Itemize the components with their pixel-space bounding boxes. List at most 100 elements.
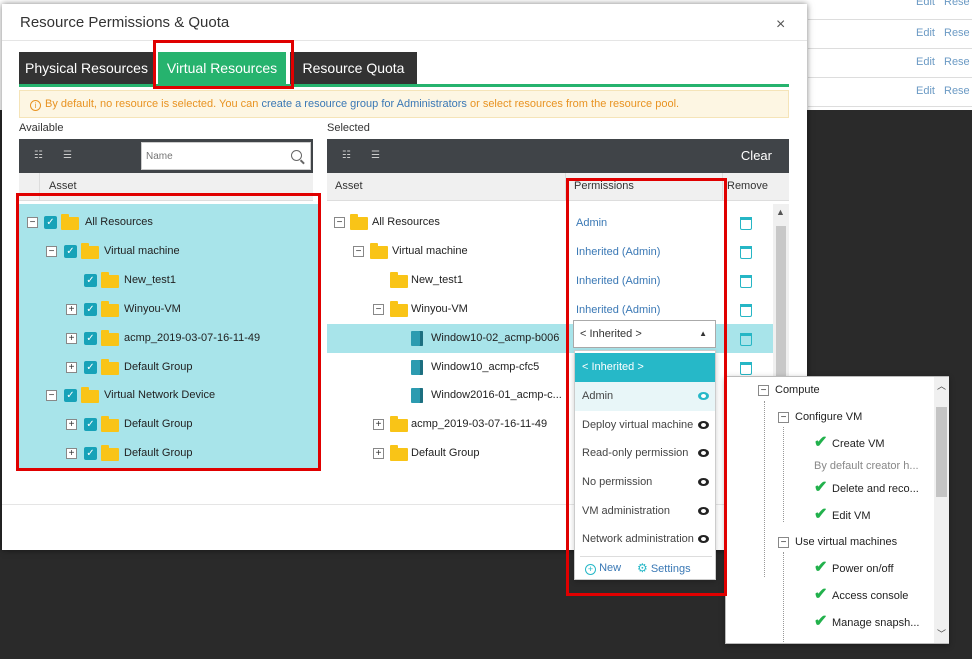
trash-icon[interactable] <box>740 333 752 346</box>
tree-row[interactable]: New_test1 <box>327 266 773 295</box>
tree-row[interactable]: − All Resources <box>327 208 773 237</box>
create-resource-group-link[interactable]: create a resource group for Administrato… <box>261 98 466 110</box>
bg-edit-link[interactable]: Edit <box>916 56 935 68</box>
bg-edit-link[interactable]: Edit <box>916 0 935 8</box>
expand-icon[interactable]: + <box>66 333 77 344</box>
collapse-icon[interactable]: − <box>758 385 769 396</box>
folder-icon <box>390 416 408 432</box>
trash-icon[interactable] <box>740 362 752 375</box>
bg-reset-link[interactable]: Rese <box>944 0 970 8</box>
permission-option-network-admin[interactable]: Network administration <box>575 525 715 554</box>
eye-icon[interactable] <box>698 535 709 543</box>
folder-icon <box>101 330 119 346</box>
trash-icon[interactable] <box>740 246 752 259</box>
eye-icon[interactable] <box>698 507 709 515</box>
collapse-icon[interactable]: − <box>778 412 789 423</box>
tree-row[interactable]: − Virtual machine <box>327 237 773 266</box>
collapse-all-icon[interactable]: ☰ <box>63 151 75 161</box>
permission-dropdown-menu: < Inherited > Admin Deploy virtual machi… <box>574 350 716 580</box>
option-label: Read-only permission <box>582 447 689 459</box>
trash-icon[interactable] <box>740 217 752 230</box>
collapse-icon[interactable]: − <box>373 304 384 315</box>
scroll-thumb[interactable] <box>936 407 947 497</box>
checkbox-checked-icon[interactable]: ✓ <box>64 389 77 402</box>
collapse-all-icon[interactable]: ☰ <box>371 151 383 161</box>
checkbox-checked-icon[interactable]: ✓ <box>84 303 97 316</box>
folder-icon <box>390 301 408 317</box>
popup-scrollbar[interactable]: ︿ ﹀ <box>934 377 949 643</box>
tab-resource-quota[interactable]: Resource Quota <box>290 52 417 85</box>
selected-toolbar: ☷ ☰ Clear <box>327 139 789 173</box>
checkbox-checked-icon[interactable]: ✓ <box>84 332 97 345</box>
collapse-icon[interactable]: − <box>353 246 364 257</box>
chevron-down-icon[interactable]: ﹀ <box>937 627 946 640</box>
checkbox-checked-icon[interactable]: ✓ <box>44 216 57 229</box>
close-icon[interactable]: × <box>776 16 785 34</box>
tree-label: Virtual machine <box>104 245 180 257</box>
expand-icon[interactable]: + <box>66 419 77 430</box>
expand-all-icon[interactable]: ☷ <box>342 151 354 161</box>
bg-reset-link[interactable]: Rese <box>944 85 970 97</box>
expand-icon[interactable]: + <box>373 419 384 430</box>
expand-icon[interactable]: + <box>66 362 77 373</box>
tree-row[interactable]: + ✓ Winyou-VM <box>19 295 319 324</box>
tab-physical-resources[interactable]: Physical Resources <box>19 52 154 85</box>
permission-option-none[interactable]: No permission <box>575 468 715 497</box>
permission-option-deploy[interactable]: Deploy virtual machine <box>575 411 715 440</box>
tree-label: New_test1 <box>411 274 463 286</box>
tree-row[interactable]: − ✓ Virtual Network Device <box>19 381 319 410</box>
permission-option-vm-admin[interactable]: VM administration <box>575 497 715 526</box>
bg-reset-link[interactable]: Rese <box>944 27 970 39</box>
bg-edit-link[interactable]: Edit <box>916 85 935 97</box>
clear-button[interactable]: Clear <box>741 148 772 163</box>
tab-virtual-resources[interactable]: Virtual Resources <box>158 52 286 85</box>
permission-link[interactable]: Admin <box>576 217 607 229</box>
expand-icon[interactable]: + <box>66 304 77 315</box>
checkbox-checked-icon[interactable]: ✓ <box>64 245 77 258</box>
tree-row[interactable]: − ✓ All Resources <box>19 208 319 237</box>
expand-all-icon[interactable]: ☷ <box>34 151 46 161</box>
collapse-icon[interactable]: − <box>46 246 57 257</box>
permission-link[interactable]: Inherited (Admin) <box>576 275 660 287</box>
permission-option-admin[interactable]: Admin <box>575 382 715 411</box>
bg-edit-link[interactable]: Edit <box>916 27 935 39</box>
collapse-icon[interactable]: − <box>46 390 57 401</box>
permission-select[interactable]: < Inherited > ▲ <box>573 320 716 348</box>
collapse-icon[interactable]: − <box>27 217 38 228</box>
permission-option-readonly[interactable]: Read-only permission <box>575 439 715 468</box>
trash-icon[interactable] <box>740 275 752 288</box>
settings-button[interactable]: ⚙ Settings <box>637 561 691 576</box>
tree-row[interactable]: − ✓ Virtual machine <box>19 237 319 266</box>
tree-label: Window10-02_acmp-b006 <box>431 332 560 344</box>
eye-icon[interactable] <box>698 449 709 457</box>
bg-row-divider <box>808 19 972 20</box>
checkbox-checked-icon[interactable]: ✓ <box>84 361 97 374</box>
scroll-thumb[interactable] <box>776 226 786 376</box>
permission-link[interactable]: Inherited (Admin) <box>576 246 660 258</box>
bg-reset-link[interactable]: Rese <box>944 56 970 68</box>
checkbox-checked-icon[interactable]: ✓ <box>84 447 97 460</box>
collapse-icon[interactable]: − <box>778 537 789 548</box>
permission-link[interactable]: Inherited (Admin) <box>576 304 660 316</box>
eye-icon[interactable] <box>698 421 709 429</box>
tree-label: Default Group <box>124 418 193 430</box>
tree-row[interactable]: ✓ New_test1 <box>19 266 319 295</box>
expand-icon[interactable]: + <box>66 448 77 459</box>
checkbox-checked-icon[interactable]: ✓ <box>84 274 97 287</box>
trash-icon[interactable] <box>740 304 752 317</box>
search-input[interactable] <box>146 148 286 164</box>
permission-option-inherited[interactable]: < Inherited > <box>575 353 715 382</box>
eye-icon[interactable] <box>698 392 709 400</box>
tree-row[interactable]: + ✓ Default Group <box>19 410 319 439</box>
expand-icon[interactable]: + <box>373 448 384 459</box>
scroll-up-icon[interactable]: ▲ <box>776 207 785 217</box>
collapse-icon[interactable]: − <box>334 217 345 228</box>
eye-icon[interactable] <box>698 478 709 486</box>
tree-row[interactable]: + ✓ Default Group <box>19 439 319 468</box>
chevron-up-icon[interactable]: ︿ <box>937 379 946 392</box>
new-permission-button[interactable]: + New <box>585 561 621 575</box>
tree-row[interactable]: + ✓ acmp_2019-03-07-16-11-49 <box>19 324 319 353</box>
checkbox-checked-icon[interactable]: ✓ <box>84 418 97 431</box>
tree-row[interactable]: + ✓ Default Group <box>19 353 319 382</box>
folder-icon <box>101 445 119 461</box>
